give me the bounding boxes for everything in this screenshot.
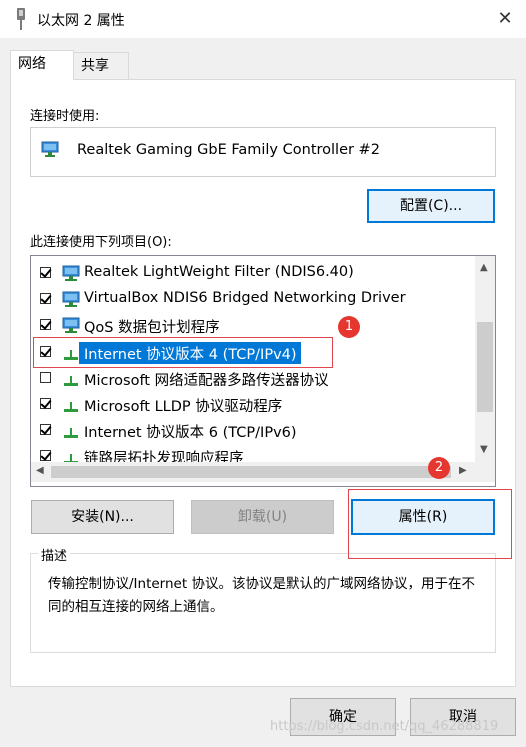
- scroll-right-icon[interactable]: ▶: [459, 465, 467, 476]
- item-checkbox[interactable]: [40, 293, 51, 305]
- tab-sharing[interactable]: 共享: [73, 52, 129, 79]
- item-checkbox[interactable]: [40, 398, 51, 409]
- list-item[interactable]: Microsoft LLDP 协议驱动程序: [31, 392, 471, 418]
- ethernet-icon: [17, 8, 25, 30]
- close-icon: ✕: [497, 8, 513, 29]
- protocol-icon: [64, 428, 78, 439]
- vertical-scrollbar[interactable]: ▲ ▼: [475, 256, 495, 462]
- protocol-icon: [64, 402, 78, 412]
- item-checkbox[interactable]: [40, 424, 51, 436]
- uninstall-button[interactable]: 卸载(U): [191, 500, 334, 534]
- item-checkbox[interactable]: [40, 371, 51, 383]
- horizontal-scrollbar[interactable]: ◀ ▶: [31, 462, 495, 482]
- list-item-label: VirtualBox NDIS6 Bridged Networking Driv…: [84, 290, 406, 307]
- monitor-icon: [62, 317, 80, 334]
- list-item-label: Microsoft 网络适配器多路传送器协议: [84, 372, 329, 389]
- list-item-label: Internet 协议版本 6 (TCP/IPv6): [84, 425, 297, 442]
- item-checkbox[interactable]: [40, 319, 51, 331]
- tab-network[interactable]: 网络: [10, 50, 74, 80]
- watermark: https://blog.csdn.net/qq_46288819: [270, 719, 499, 734]
- list-item[interactable]: Internet 协议版本 6 (TCP/IPv6): [31, 418, 471, 444]
- list-item[interactable]: Realtek LightWeight Filter (NDIS6.40): [31, 261, 471, 287]
- vertical-scroll-thumb[interactable]: [477, 322, 493, 412]
- scroll-left-icon[interactable]: ◀: [36, 465, 44, 476]
- configure-button[interactable]: 配置(C)...: [367, 189, 495, 223]
- tab-sharing-label: 共享: [81, 58, 109, 74]
- adapter-box: Realtek Gaming GbE Family Controller #2: [30, 127, 496, 177]
- items-list: Realtek LightWeight Filter (NDIS6.40) Vir…: [30, 255, 496, 487]
- list-item[interactable]: Microsoft 网络适配器多路传送器协议: [31, 366, 471, 392]
- network-adapter-icon: [41, 141, 59, 157]
- annotation-badge-2: 2: [428, 457, 450, 479]
- item-checkbox[interactable]: [40, 267, 51, 278]
- list-item[interactable]: VirtualBox NDIS6 Bridged Networking Driv…: [31, 287, 471, 313]
- monitor-icon: [62, 265, 80, 281]
- item-checkbox[interactable]: [40, 450, 51, 462]
- tab-network-label: 网络: [18, 56, 46, 72]
- list-item-label: Microsoft LLDP 协议驱动程序: [84, 399, 283, 415]
- close-button[interactable]: ✕: [494, 8, 516, 30]
- protocol-icon: [64, 375, 78, 386]
- list-item[interactable]: QoS 数据包计划程序: [31, 313, 471, 339]
- list-item-label: QoS 数据包计划程序: [84, 320, 220, 337]
- scroll-down-icon[interactable]: ▼: [480, 444, 488, 455]
- annotation-badge-1: 1: [338, 316, 360, 338]
- adapter-name: Realtek Gaming GbE Family Controller #2: [77, 142, 380, 158]
- description-legend: 描述: [38, 545, 71, 564]
- window-title: 以太网 2 属性: [37, 13, 125, 29]
- install-button[interactable]: 安装(N)...: [31, 500, 174, 534]
- list-item-label: Realtek LightWeight Filter (NDIS6.40): [84, 264, 354, 280]
- connect-using-label: 连接时使用:: [30, 109, 100, 124]
- description-text: 传输控制协议/Internet 协议。该协议是默认的广域网络协议，用于在不同的相…: [48, 576, 475, 615]
- monitor-icon: [62, 291, 80, 308]
- horizontal-scroll-thumb[interactable]: [51, 466, 451, 478]
- annotation-box-2: [348, 489, 512, 559]
- annotation-box-1: [33, 337, 333, 368]
- scroll-up-icon[interactable]: ▲: [480, 262, 488, 273]
- items-label: 此连接使用下列项目(O):: [30, 235, 172, 250]
